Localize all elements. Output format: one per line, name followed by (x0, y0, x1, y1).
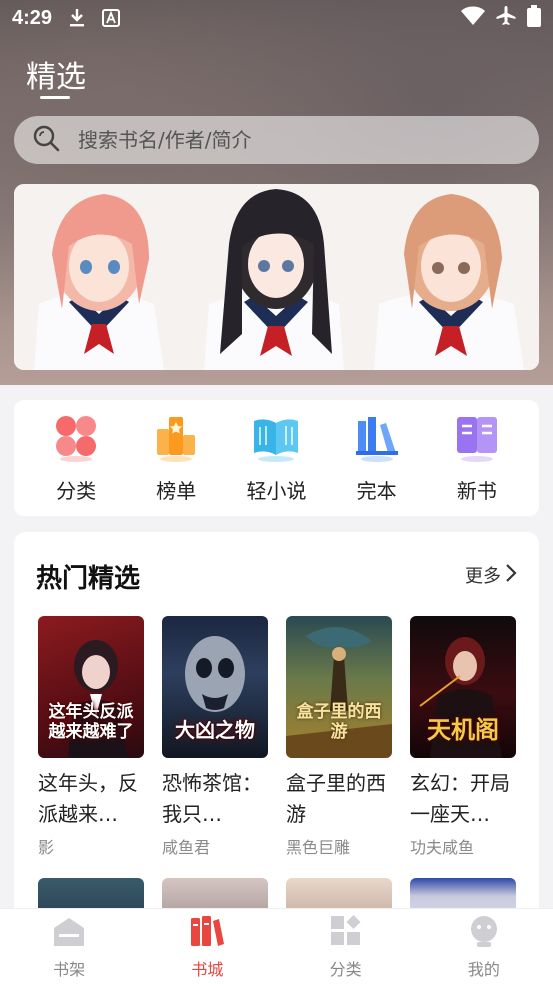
book-title: 玄幻：开局一座天… (410, 771, 510, 826)
nav-label: 我的 (467, 959, 500, 979)
battery-icon (527, 5, 541, 31)
shortcut-label: 新书 (456, 478, 497, 503)
shortcut-label: 轻小说 (246, 478, 307, 503)
nav-label: 书城 (191, 959, 224, 979)
banner-illustration (14, 184, 539, 370)
books-shelf-icon (354, 413, 400, 467)
shortcut-ranking[interactable]: 榜单 (136, 413, 216, 504)
ranking-star-icon (153, 413, 199, 467)
category-shortcuts: 分类 榜单 轻小说 完本 新书 (14, 400, 539, 516)
text-a-icon (102, 9, 121, 27)
shortcut-label: 完本 (356, 478, 397, 503)
nav-label: 书架 (53, 959, 86, 979)
status-bar: 4:29 (0, 0, 553, 36)
cover-title: 这年头反派越来越难了 (48, 702, 134, 742)
nav-bookshelf[interactable]: 书架 (19, 914, 119, 980)
book-cover: 天机阁 (410, 616, 516, 758)
nav-bookstore[interactable]: 书城 (157, 914, 257, 980)
book-card[interactable]: 这年头反派越来越难了 这年头，反派越来… 影 (38, 616, 144, 858)
nav-profile[interactable]: 我的 (434, 914, 534, 980)
book-title: 恐怖茶馆：我只… (162, 771, 262, 826)
page-title[interactable]: 精选 (26, 52, 86, 96)
wifi-icon (461, 6, 485, 30)
status-time: 4:29 (12, 6, 53, 29)
profile-icon (466, 914, 502, 952)
book-card[interactable]: 盒子里的西游 盒子里的西游 黑色巨雕 (286, 616, 392, 858)
promo-banner[interactable] (14, 184, 539, 370)
search-bar[interactable] (14, 116, 539, 164)
book-author: 功夫咸鱼 (410, 838, 475, 857)
book-author: 黑色巨雕 (286, 838, 351, 857)
open-book-icon (251, 413, 301, 467)
nav-label: 分类 (329, 959, 362, 979)
shortcut-completed[interactable]: 完本 (337, 413, 417, 504)
cover-title: 大凶之物 (175, 718, 255, 742)
book-author: 咸鱼君 (162, 838, 211, 857)
book-cover: 这年头反派越来越难了 (38, 616, 144, 758)
shortcut-category[interactable]: 分类 (36, 413, 116, 504)
more-link[interactable]: 更多 (465, 562, 517, 588)
chevron-right-icon (505, 563, 517, 588)
cover-title: 天机阁 (427, 716, 499, 744)
book-cover: 盒子里的西游 (286, 616, 392, 758)
book-cover: 大凶之物 (162, 616, 268, 758)
cover-title: 盒子里的西游 (296, 702, 382, 742)
category-icon (328, 914, 364, 952)
airplane-icon (495, 5, 517, 31)
status-right-icons (461, 5, 541, 31)
bottom-navigation: 书架 书城 分类 我的 (0, 908, 553, 984)
shortcut-new-books[interactable]: 新书 (437, 413, 517, 504)
book-title: 这年头，反派越来… (38, 771, 138, 826)
bookstore-icon (189, 914, 225, 952)
hot-picks-section: 热门精选 更多 这年头反派越来越难了 这年头，反派越来… 影 大凶之物 恐怖茶馆… (14, 532, 539, 932)
search-icon (32, 124, 60, 156)
book-author: 影 (38, 838, 55, 857)
book-card[interactable]: 大凶之物 恐怖茶馆：我只… 咸鱼君 (162, 616, 268, 858)
shortcut-light-novel[interactable]: 轻小说 (236, 413, 316, 504)
new-book-icon (454, 413, 500, 467)
shortcut-label: 榜单 (156, 478, 197, 503)
shortcut-label: 分类 (56, 478, 97, 503)
section-title: 热门精选 (36, 564, 141, 594)
more-label: 更多 (465, 566, 501, 587)
title-underline (40, 96, 70, 99)
book-card[interactable]: 天机阁 玄幻：开局一座天… 功夫咸鱼 (410, 616, 516, 858)
search-input[interactable] (78, 128, 498, 152)
nav-category[interactable]: 分类 (296, 914, 396, 980)
bookshelf-icon (51, 914, 87, 952)
book-title: 盒子里的西游 (286, 771, 386, 826)
download-icon (68, 8, 86, 28)
grid-petal-icon (53, 413, 99, 467)
